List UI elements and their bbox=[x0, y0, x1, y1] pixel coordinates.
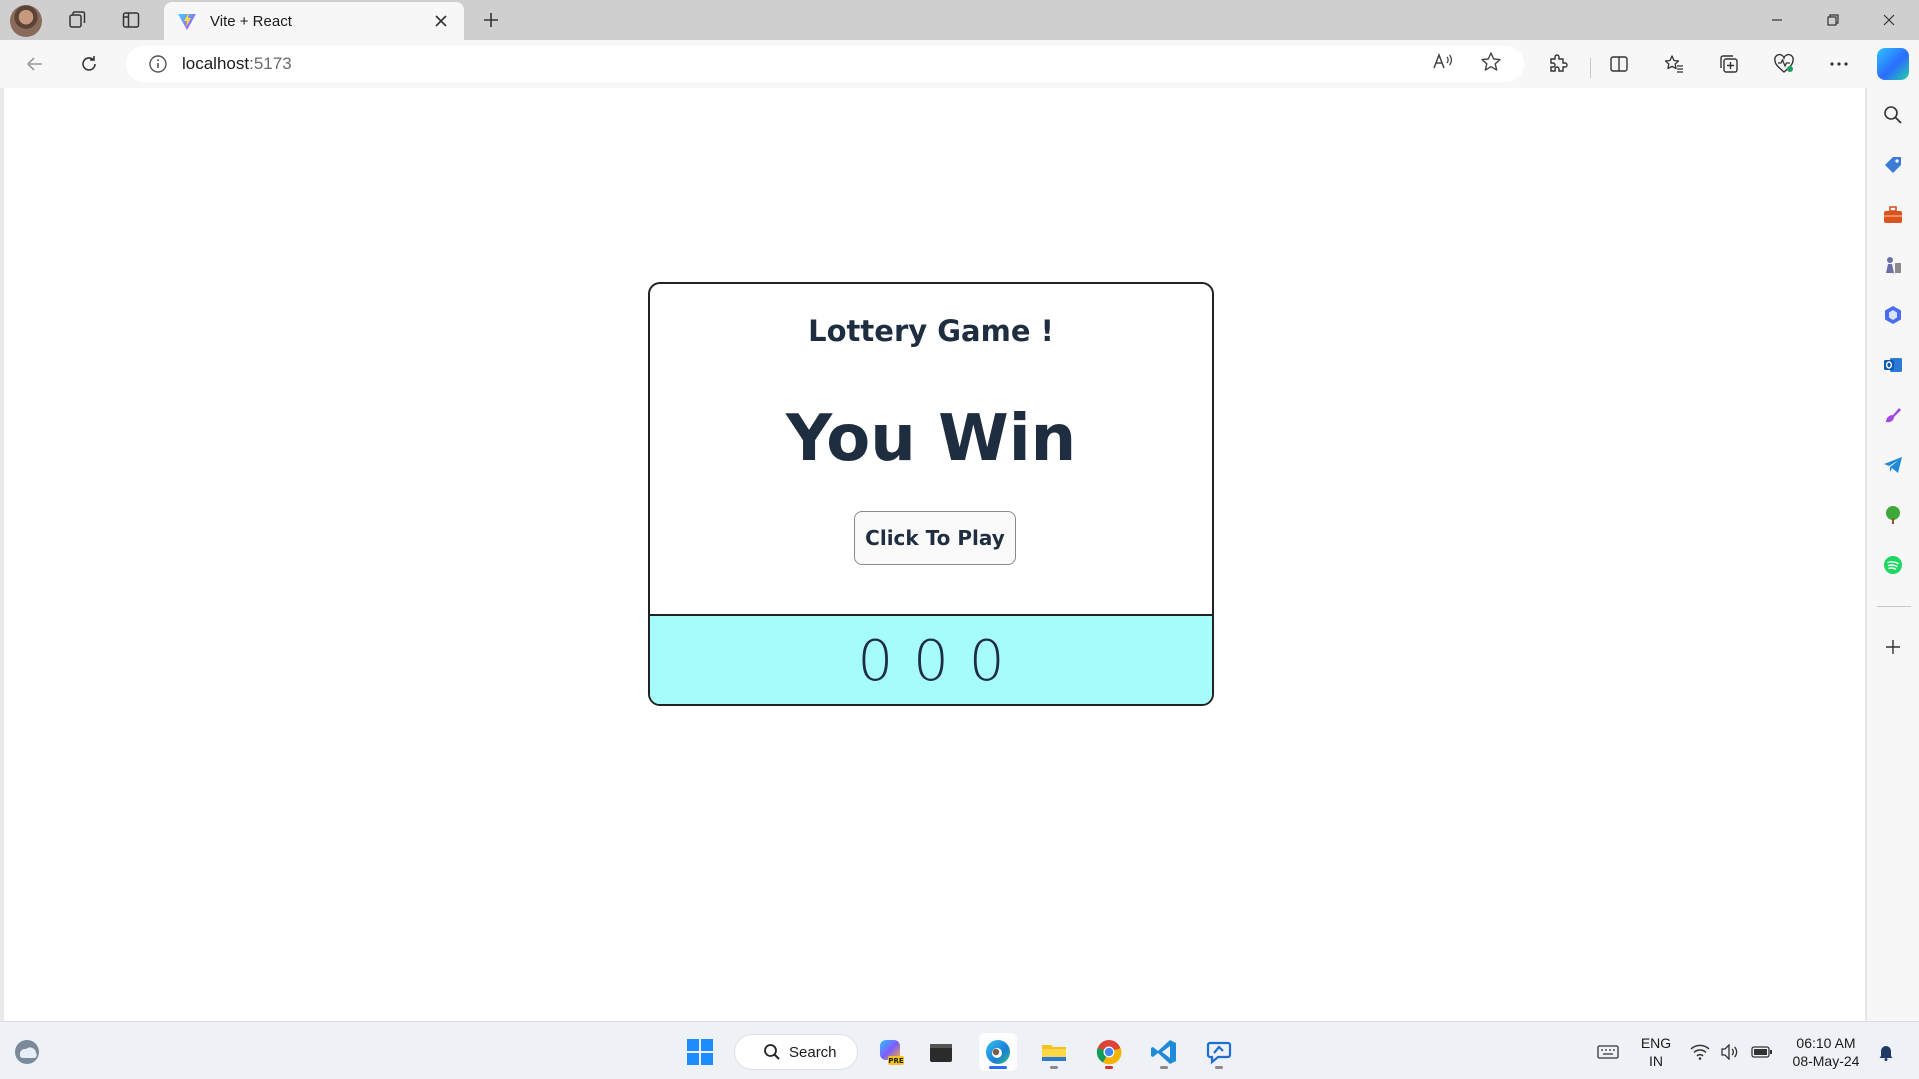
remote-desktop-icon[interactable] bbox=[1200, 1033, 1238, 1071]
games-chess-icon[interactable] bbox=[1877, 249, 1909, 281]
browser-essentials-icon[interactable] bbox=[1767, 48, 1801, 80]
url-host: localhost bbox=[182, 54, 250, 73]
refresh-button[interactable] bbox=[72, 48, 106, 80]
volume-icon[interactable] bbox=[1718, 1040, 1742, 1064]
svg-text:PRE: PRE bbox=[888, 1057, 904, 1065]
lottery-card: Lottery Game ! You Win Click To Play 0 0… bbox=[648, 282, 1214, 706]
tree-app-icon[interactable] bbox=[1877, 499, 1909, 531]
ticket-digit-3: 0 bbox=[968, 628, 1005, 694]
back-button[interactable] bbox=[18, 48, 52, 80]
wifi-icon[interactable] bbox=[1688, 1040, 1712, 1064]
spotify-icon[interactable] bbox=[1877, 549, 1909, 581]
play-button[interactable]: Click To Play bbox=[854, 511, 1016, 565]
designer-icon[interactable] bbox=[1877, 399, 1909, 431]
ticket-digit-1: 0 bbox=[857, 628, 894, 694]
telegram-icon[interactable] bbox=[1877, 449, 1909, 481]
tab-vite-react[interactable]: Vite + React bbox=[164, 2, 464, 40]
favorite-star-icon[interactable] bbox=[1475, 46, 1507, 78]
vite-logo-icon bbox=[176, 10, 198, 32]
browser-toolbar: localhost:5173 bbox=[0, 40, 1919, 88]
address-bar[interactable]: localhost:5173 bbox=[126, 46, 1524, 82]
restore-button[interactable] bbox=[1805, 0, 1861, 40]
vscode-icon[interactable] bbox=[1145, 1033, 1183, 1071]
vertical-tabs-icon[interactable] bbox=[116, 6, 146, 34]
language-code: ENG bbox=[1640, 1035, 1672, 1051]
add-sidebar-app-icon[interactable] bbox=[1877, 631, 1909, 663]
weather-widget-icon[interactable] bbox=[8, 1033, 46, 1071]
site-info-icon[interactable] bbox=[146, 52, 170, 76]
copilot-icon[interactable] bbox=[1877, 48, 1909, 80]
browser-title-bar: Vite + React bbox=[0, 0, 1919, 40]
clock-time: 06:10 AM bbox=[1796, 1035, 1856, 1051]
chrome-icon[interactable] bbox=[1090, 1033, 1128, 1071]
tab-title: Vite + React bbox=[210, 12, 292, 30]
favorites-icon[interactable] bbox=[1657, 48, 1691, 80]
profile-avatar[interactable] bbox=[10, 5, 42, 37]
url-text[interactable]: localhost:5173 bbox=[182, 54, 292, 74]
workspaces-icon[interactable] bbox=[62, 6, 92, 34]
clock[interactable]: 06:10 AM 08-May-24 bbox=[1784, 1034, 1868, 1070]
close-tab-icon[interactable] bbox=[430, 10, 452, 32]
terminal-app-icon[interactable] bbox=[922, 1033, 960, 1071]
new-tab-button[interactable] bbox=[476, 6, 506, 34]
shopping-tag-icon[interactable] bbox=[1877, 149, 1909, 181]
notification-bell-icon[interactable] bbox=[1874, 1040, 1898, 1064]
edge-taskbar-icon[interactable] bbox=[979, 1033, 1017, 1071]
taskbar-search[interactable]: Search bbox=[734, 1034, 858, 1070]
start-windows-icon[interactable] bbox=[681, 1033, 719, 1071]
battery-icon[interactable] bbox=[1750, 1040, 1774, 1064]
search-label: Search bbox=[789, 1043, 837, 1061]
ticket-panel: 0 0 0 bbox=[650, 614, 1212, 704]
microsoft-365-icon[interactable] bbox=[1877, 299, 1909, 331]
game-result: You Win bbox=[785, 402, 1077, 476]
search-icon bbox=[764, 1044, 780, 1060]
language-indicator[interactable]: ENG IN bbox=[1636, 1034, 1676, 1070]
extensions-icon[interactable] bbox=[1541, 48, 1575, 80]
read-aloud-icon[interactable] bbox=[1427, 46, 1459, 78]
touch-keyboard-icon[interactable] bbox=[1596, 1040, 1620, 1064]
windows-taskbar: Search PRE ENG IN 06:10 AM 08-May-24 bbox=[0, 1021, 1919, 1079]
copilot-pre-taskbar-icon[interactable]: PRE bbox=[871, 1033, 909, 1071]
game-title: Lottery Game ! bbox=[808, 314, 1054, 348]
split-screen-icon[interactable] bbox=[1602, 48, 1636, 80]
close-window-button[interactable] bbox=[1861, 0, 1917, 40]
minimize-button[interactable] bbox=[1749, 0, 1805, 40]
language-region: IN bbox=[1649, 1053, 1663, 1069]
sidebar-search-icon[interactable] bbox=[1877, 99, 1909, 131]
file-explorer-icon[interactable] bbox=[1035, 1033, 1073, 1071]
edge-sidebar bbox=[1866, 88, 1919, 1021]
collections-icon[interactable] bbox=[1712, 48, 1746, 80]
ticket-digit-2: 0 bbox=[913, 628, 949, 694]
tools-briefcase-icon[interactable] bbox=[1877, 199, 1909, 231]
outlook-icon[interactable] bbox=[1877, 349, 1909, 381]
url-port: :5173 bbox=[249, 54, 292, 73]
more-options-icon[interactable] bbox=[1822, 48, 1856, 80]
clock-date: 08-May-24 bbox=[1792, 1053, 1860, 1069]
